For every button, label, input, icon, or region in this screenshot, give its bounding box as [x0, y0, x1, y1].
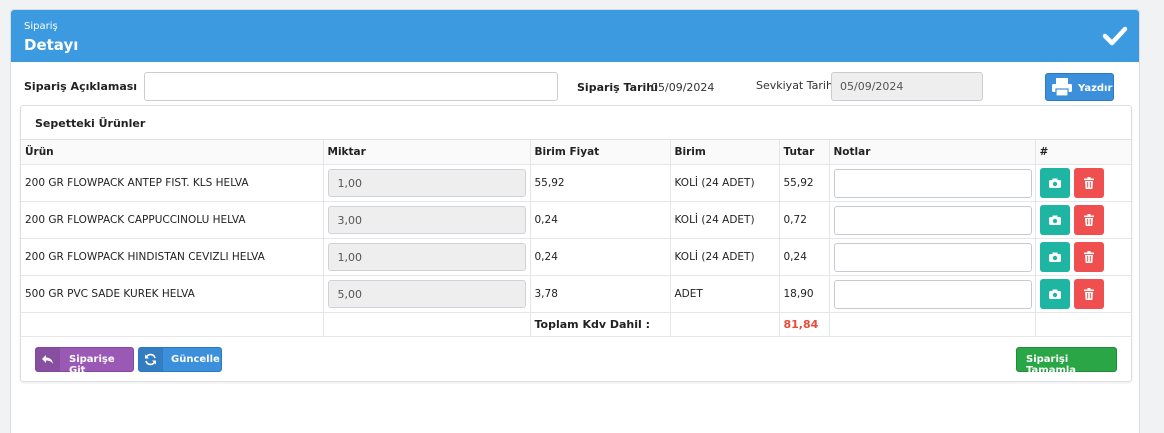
- unit: KOLİ (24 ADET): [669, 164, 779, 202]
- quantity-field[interactable]: 3,00: [327, 206, 526, 234]
- camera-button[interactable]: [1039, 279, 1070, 309]
- print-button[interactable]: Yazdır: [1045, 73, 1114, 101]
- column-header: Miktar: [322, 139, 530, 165]
- table-row: 500 GR PVC SADE KUREK HELVA 5,00 3,78 AD…: [21, 275, 1131, 313]
- camera-icon: [1048, 215, 1061, 225]
- delete-button[interactable]: [1073, 168, 1104, 198]
- quantity-field[interactable]: 5,00: [327, 280, 526, 308]
- column-header: Ürün: [21, 139, 323, 165]
- shipping-date-field[interactable]: [831, 72, 983, 101]
- printer-icon: [1052, 78, 1072, 97]
- panel-header: Sipariş Detayı: [11, 10, 1139, 62]
- print-label: Yazdır: [1078, 83, 1113, 94]
- cart-table: Ürün Miktar Birim Fiyat Birim Tutar Notl…: [21, 139, 1131, 337]
- trash-icon: [1083, 177, 1094, 189]
- unit-price: 3,78: [529, 275, 670, 313]
- total-value: 81,84: [778, 312, 829, 337]
- trash-icon: [1083, 214, 1094, 226]
- go-to-order-label: Siparişe Git: [69, 354, 115, 376]
- product-name: 500 GR PVC SADE KUREK HELVA: [21, 275, 323, 313]
- update-label: Güncelle: [171, 354, 220, 365]
- page-title: Detayı: [24, 36, 79, 54]
- column-header: Birim Fiyat: [529, 139, 670, 165]
- table-row: 200 GR FLOWPACK HINDISTAN CEVIZLI HELVA …: [21, 238, 1131, 276]
- product-name: 200 GR FLOWPACK HINDISTAN CEVIZLI HELVA: [21, 238, 323, 276]
- amount: 55,92: [778, 164, 829, 202]
- description-label: Sipariş Açıklaması: [24, 80, 138, 93]
- header-subtitle: Sipariş: [24, 21, 58, 32]
- camera-button[interactable]: [1039, 168, 1070, 198]
- amount: 18,90: [778, 275, 829, 313]
- check-icon[interactable]: [1102, 24, 1128, 48]
- column-header: Tutar: [778, 139, 829, 165]
- note-input[interactable]: [833, 242, 1032, 272]
- total-label: Toplam Kdv Dahil :: [529, 312, 670, 337]
- unit-price: 0,24: [529, 238, 670, 276]
- trash-icon: [1083, 288, 1094, 300]
- refresh-icon: [145, 353, 156, 366]
- go-to-order-button[interactable]: Siparişe Git: [35, 347, 134, 376]
- amount: 0,24: [778, 238, 829, 276]
- unit: KOLİ (24 ADET): [669, 238, 779, 276]
- column-header: Birim: [669, 139, 779, 165]
- total-row: Toplam Kdv Dahil : 81,84: [21, 312, 1131, 337]
- camera-icon: [1048, 252, 1061, 262]
- reply-icon: [42, 355, 53, 364]
- note-input[interactable]: [833, 279, 1032, 309]
- camera-icon: [1048, 289, 1061, 299]
- table-header-row: Ürün Miktar Birim Fiyat Birim Tutar Notl…: [21, 139, 1131, 165]
- camera-button[interactable]: [1039, 242, 1070, 272]
- complete-order-button[interactable]: Siparişi Tamamla: [1016, 347, 1117, 376]
- order-detail-panel: Sipariş Detayı Sipariş Açıklaması Sipari…: [10, 9, 1140, 433]
- cart-card: Sepetteki Ürünler Ürün Miktar Birim Fiya…: [20, 105, 1132, 382]
- delete-button[interactable]: [1073, 242, 1104, 272]
- shipping-date-label: Sevkiyat Tarihi: [756, 79, 836, 92]
- complete-order-label: Siparişi Tamamla: [1026, 354, 1077, 376]
- trash-icon: [1083, 251, 1094, 263]
- unit-price: 0,24: [529, 201, 670, 239]
- camera-icon: [1048, 178, 1061, 188]
- amount: 0,72: [778, 201, 829, 239]
- delete-button[interactable]: [1073, 205, 1104, 235]
- unit-price: 55,92: [529, 164, 670, 202]
- product-name: 200 GR FLOWPACK CAPPUCCINOLU HELVA: [21, 201, 323, 239]
- table-row: 200 GR FLOWPACK CAPPUCCINOLU HELVA 3,00 …: [21, 201, 1131, 239]
- description-input[interactable]: [144, 72, 558, 101]
- delete-button[interactable]: [1073, 279, 1104, 309]
- product-name: 200 GR FLOWPACK ANTEP FIST. KLS HELVA: [21, 164, 323, 202]
- note-input[interactable]: [833, 205, 1032, 235]
- quantity-field[interactable]: 1,00: [327, 243, 526, 271]
- order-date-label: Sipariş Tarihi: [577, 81, 658, 94]
- column-header: #: [1034, 139, 1131, 165]
- unit: KOLİ (24 ADET): [669, 201, 779, 239]
- column-header: Notlar: [828, 139, 1035, 165]
- update-button[interactable]: Güncelle: [138, 347, 222, 372]
- order-date-value: 05/09/2024: [651, 81, 715, 94]
- quantity-field[interactable]: 1,00: [327, 169, 526, 197]
- camera-button[interactable]: [1039, 205, 1070, 235]
- cart-title: Sepetteki Ürünler: [35, 117, 146, 130]
- table-row: 200 GR FLOWPACK ANTEP FIST. KLS HELVA 1,…: [21, 164, 1131, 202]
- note-input[interactable]: [833, 168, 1032, 198]
- unit: ADET: [669, 275, 779, 313]
